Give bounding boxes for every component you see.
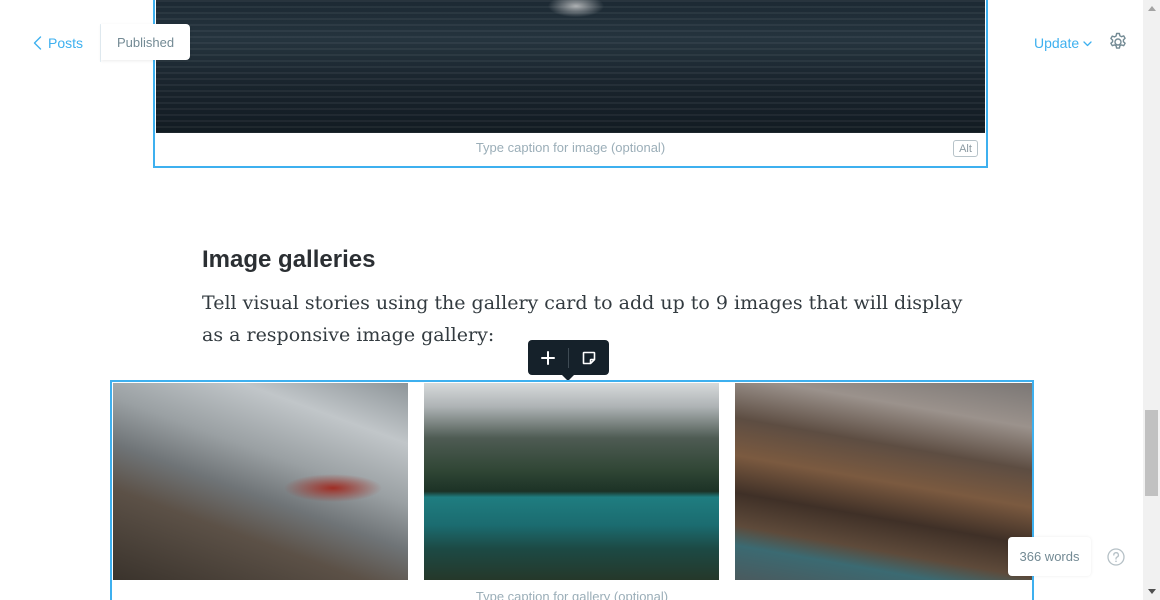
gallery-image-1[interactable]	[113, 383, 408, 580]
plus-icon	[541, 350, 555, 365]
scrollbar-thumb[interactable]	[1145, 410, 1158, 496]
gallery-card[interactable]: Type caption for gallery (optional)	[110, 380, 1034, 600]
scroll-up-button[interactable]	[1143, 0, 1160, 17]
scroll-down-button[interactable]	[1143, 583, 1160, 600]
header-divider	[100, 24, 101, 62]
snippet-icon	[582, 351, 596, 364]
update-button-label: Update	[1034, 35, 1080, 51]
save-snippet-button[interactable]	[569, 340, 609, 375]
gallery-caption-input[interactable]: Type caption for gallery (optional)	[112, 589, 1032, 600]
gear-icon[interactable]	[1108, 32, 1128, 52]
card-toolbar	[528, 340, 609, 381]
section-heading[interactable]: Image galleries	[202, 246, 375, 274]
image-card[interactable]: Type caption for image (optional) Alt	[153, 0, 988, 168]
back-link-label: Posts	[48, 35, 84, 51]
word-count: 366 words	[1008, 537, 1091, 576]
back-to-posts-link[interactable]: Posts	[33, 34, 83, 52]
chevron-left-icon	[33, 36, 42, 50]
gallery-image-2[interactable]	[424, 383, 719, 580]
lake-image[interactable]	[156, 0, 985, 133]
gallery-image-3[interactable]	[735, 383, 1032, 580]
update-button[interactable]: Update	[1034, 34, 1092, 52]
scroll-down-arrow-icon	[1147, 589, 1156, 594]
page-scrollbar[interactable]	[1143, 0, 1160, 600]
scroll-up-arrow-icon	[1147, 6, 1156, 11]
alt-text-button[interactable]: Alt	[953, 140, 978, 157]
add-image-button[interactable]	[528, 340, 568, 375]
image-caption-input[interactable]: Type caption for image (optional)	[155, 140, 986, 155]
chevron-down-icon	[1083, 41, 1092, 47]
help-icon[interactable]	[1107, 548, 1125, 566]
